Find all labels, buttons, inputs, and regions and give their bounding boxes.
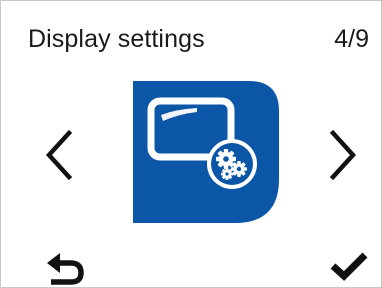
display-settings-tile[interactable]	[133, 81, 279, 223]
header: Display settings 4/9	[1, 1, 381, 59]
confirm-button[interactable]	[329, 249, 371, 285]
gears-icon	[207, 139, 257, 189]
previous-button[interactable]	[41, 127, 81, 183]
next-button[interactable]	[321, 127, 361, 183]
back-arrow-icon	[47, 253, 84, 285]
page-title: Display settings	[28, 25, 205, 53]
checkmark-icon	[330, 252, 368, 281]
chevron-left-icon	[45, 129, 73, 181]
chevron-right-icon	[329, 129, 357, 181]
menu-screen: Display settings 4/9	[0, 0, 382, 288]
back-button[interactable]	[45, 251, 87, 287]
page-counter: 4/9	[334, 25, 369, 53]
